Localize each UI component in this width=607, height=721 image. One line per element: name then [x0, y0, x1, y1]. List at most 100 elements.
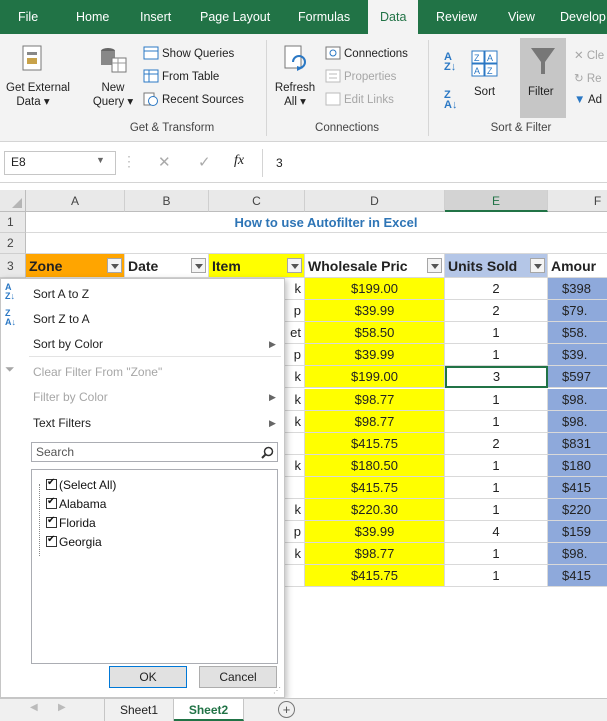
menu-clear-filter[interactable]: Clear Filter From "Zone" — [33, 365, 162, 379]
menu-text-filters[interactable]: Text Filters — [33, 416, 91, 430]
units-sold-cell[interactable]: 2 — [445, 300, 548, 322]
amount-cell[interactable]: $98. — [548, 543, 607, 565]
amount-cell[interactable]: $415 — [548, 477, 607, 499]
select-all-corner[interactable] — [0, 190, 26, 212]
units-sold-cell[interactable]: 1 — [445, 389, 548, 411]
wholesale-cell[interactable]: $39.99 — [305, 344, 445, 366]
units-sold-cell[interactable]: 1 — [445, 477, 548, 499]
amount-cell[interactable]: $159 — [548, 521, 607, 543]
tab-data[interactable]: Data — [368, 0, 419, 34]
wholesale-cell[interactable]: $98.77 — [305, 389, 445, 411]
amount-cell[interactable]: $39. — [548, 344, 607, 366]
units-sold-cell[interactable]: 1 — [445, 411, 548, 433]
units-sold-cell[interactable]: 1 — [445, 344, 548, 366]
units-sold-cell[interactable]: 2 — [445, 433, 548, 455]
from-table-button[interactable]: From Table — [162, 71, 219, 83]
wholesale-cell[interactable]: $180.50 — [305, 455, 445, 477]
cancel-entry-icon[interactable]: ✕ — [158, 153, 171, 171]
wholesale-cell[interactable]: $98.77 — [305, 411, 445, 433]
filter-item-georgia[interactable]: Georgia — [46, 534, 102, 549]
column-header-a[interactable]: A — [26, 190, 125, 212]
tab-review[interactable]: Review — [436, 0, 477, 34]
row-header-3[interactable]: 3 — [0, 254, 26, 278]
row-header-2[interactable]: 2 — [0, 233, 26, 254]
units-sold-cell[interactable]: 3 — [445, 366, 548, 388]
advanced-button[interactable]: ▼ Ad — [574, 94, 602, 106]
resize-grip-icon[interactable]: ⋰ — [273, 686, 281, 695]
get-external-data-button[interactable]: Get External Data ▾ — [6, 82, 70, 108]
wholesale-cell[interactable]: $415.75 — [305, 565, 445, 587]
tab-formulas[interactable]: Formulas — [298, 0, 350, 34]
filter-dropdown-wholesale[interactable] — [427, 258, 442, 273]
wholesale-cell[interactable]: $98.77 — [305, 543, 445, 565]
name-box-dropdown-icon[interactable]: ▼ — [96, 155, 105, 165]
filter-item-select-all[interactable]: (Select All) — [46, 477, 116, 492]
filter-dropdown-item[interactable] — [287, 258, 302, 273]
new-query-button[interactable]: New Query ▾ — [90, 82, 136, 108]
add-sheet-icon[interactable]: + — [278, 701, 295, 718]
column-header-c[interactable]: C — [209, 190, 305, 212]
wholesale-cell[interactable]: $199.00 — [305, 366, 445, 388]
tab-insert[interactable]: Insert — [140, 0, 171, 34]
wholesale-cell[interactable]: $58.50 — [305, 322, 445, 344]
units-sold-cell[interactable]: 4 — [445, 521, 548, 543]
reapply-button[interactable]: ↻ Re — [574, 71, 602, 85]
amount-cell[interactable]: $415 — [548, 565, 607, 587]
units-sold-cell[interactable]: 1 — [445, 322, 548, 344]
wholesale-cell[interactable]: $39.99 — [305, 521, 445, 543]
filter-dropdown-zone[interactable] — [107, 258, 122, 273]
filter-search-input[interactable]: Search — [31, 442, 278, 462]
units-sold-cell[interactable]: 1 — [445, 543, 548, 565]
tab-developer[interactable]: Develop — [560, 0, 606, 34]
amount-cell[interactable]: $180 — [548, 455, 607, 477]
menu-filter-by-color[interactable]: Filter by Color — [33, 390, 108, 404]
menu-sort-by-color[interactable]: Sort by Color — [33, 337, 103, 351]
column-header-e[interactable]: E — [445, 190, 548, 212]
wholesale-cell[interactable]: $199.00 — [305, 278, 445, 300]
filter-button[interactable]: Filter — [528, 86, 554, 98]
amount-cell[interactable]: $98. — [548, 389, 607, 411]
connections-button[interactable]: Connections — [344, 48, 408, 60]
wholesale-cell[interactable]: $220.30 — [305, 499, 445, 521]
amount-cell[interactable]: $98. — [548, 411, 607, 433]
wholesale-cell[interactable]: $415.75 — [305, 433, 445, 455]
scroll-right-icon[interactable]: ▶ — [58, 702, 66, 713]
column-header-d[interactable]: D — [305, 190, 445, 212]
sort-button[interactable]: Sort — [474, 86, 495, 98]
units-sold-cell[interactable]: 1 — [445, 499, 548, 521]
edit-links-button[interactable]: Edit Links — [344, 94, 394, 106]
insert-function-icon[interactable]: fx — [234, 153, 244, 169]
sort-ascending-icon[interactable]: A Z↓ — [444, 52, 456, 73]
wholesale-cell[interactable]: $415.75 — [305, 477, 445, 499]
sheet-tab-sheet2[interactable]: Sheet2 — [174, 699, 244, 721]
amount-cell[interactable]: $79. — [548, 300, 607, 322]
menu-sort-a-to-z[interactable]: Sort A to Z — [33, 287, 89, 301]
recent-sources-button[interactable]: Recent Sources — [162, 94, 244, 106]
properties-button[interactable]: Properties — [344, 71, 396, 83]
sort-descending-icon[interactable]: Z A↓ — [444, 90, 457, 111]
filter-item-alabama[interactable]: Alabama — [46, 496, 106, 511]
amount-cell[interactable]: $58. — [548, 322, 607, 344]
confirm-entry-icon[interactable]: ✓ — [198, 153, 211, 171]
units-sold-cell[interactable]: 1 — [445, 455, 548, 477]
tab-page-layout[interactable]: Page Layout — [200, 0, 270, 34]
row-header-1[interactable]: 1 — [0, 212, 26, 233]
amount-cell[interactable]: $398 — [548, 278, 607, 300]
cancel-button[interactable]: Cancel — [199, 666, 277, 688]
filter-dropdown-units[interactable] — [530, 258, 545, 273]
refresh-all-button[interactable]: Refresh All ▾ — [272, 82, 318, 108]
units-sold-cell[interactable]: 2 — [445, 278, 548, 300]
sheet-tab-sheet1[interactable]: Sheet1 — [104, 699, 174, 721]
tab-file[interactable]: File — [18, 0, 38, 34]
tab-home[interactable]: Home — [76, 0, 109, 34]
tab-view[interactable]: View — [508, 0, 535, 34]
show-queries-button[interactable]: Show Queries — [162, 48, 234, 60]
column-header-b[interactable]: B — [125, 190, 209, 212]
column-header-f[interactable]: F — [548, 190, 607, 212]
amount-cell[interactable]: $831 — [548, 433, 607, 455]
clear-button[interactable]: ✕ Cle — [574, 48, 604, 62]
filter-item-florida[interactable]: Florida — [46, 515, 96, 530]
amount-cell[interactable]: $597 — [548, 366, 607, 388]
formula-input[interactable]: 3 — [276, 156, 283, 170]
wholesale-cell[interactable]: $39.99 — [305, 300, 445, 322]
